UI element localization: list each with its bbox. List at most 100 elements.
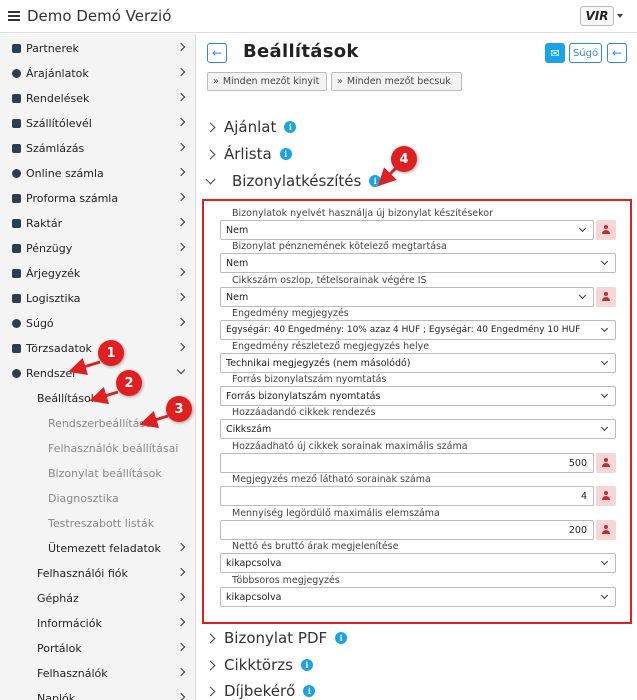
sidebar-item-testreszabott-listak[interactable]: Testreszabott listák <box>0 511 195 536</box>
user-override-button[interactable] <box>596 486 616 506</box>
sidebar-item-arjegyzek[interactable]: Árjegyzék <box>0 261 195 286</box>
select-field[interactable]: Nem <box>220 220 594 240</box>
select-field[interactable]: Nem <box>220 287 594 307</box>
section-title: Bizonylatkészítés <box>232 172 362 190</box>
chat-icon: ✉ <box>550 46 560 60</box>
field-value: 200 <box>568 524 587 536</box>
sidebar-item-rendszer[interactable]: Rendszer <box>0 361 195 386</box>
sidebar-item-label: Árjegyzék <box>26 267 81 280</box>
info-icon[interactable]: i <box>303 685 316 697</box>
user-icon <box>601 292 611 302</box>
sidebar-item-szamlazas[interactable]: Számlázás <box>0 136 195 161</box>
sidebar-item-online-szamla[interactable]: Online számla <box>0 161 195 186</box>
hamburger-menu-icon[interactable] <box>8 11 20 21</box>
chevron-right-icon <box>205 660 216 670</box>
setting-field: Megjegyzés mező látható sorainak száma 4 <box>220 474 616 506</box>
expand-all-button[interactable]: » Minden mezőt kinyit <box>207 72 327 91</box>
field-value: kikapcsolva <box>226 591 282 603</box>
sidebar-item-bizonylat-beallitasok[interactable]: Bizonylat beállítások <box>0 461 195 486</box>
sidebar-item-naplok[interactable]: Naplók <box>0 686 195 700</box>
chevron-down-icon <box>600 557 609 566</box>
sidebar-item-label: Információk <box>37 617 102 630</box>
sidebar-item-rendelesek[interactable]: Rendelések <box>0 86 195 111</box>
user-icon <box>601 458 611 468</box>
sidebar-item-szallitolevel[interactable]: Szállítólevél <box>0 111 195 136</box>
sidebar-item-felhasznalok[interactable]: Felhasználók <box>0 661 195 686</box>
field-value: 4 <box>580 490 587 502</box>
sidebar-item-portalok[interactable]: Portálok <box>0 636 195 661</box>
sidebar-item-raktar[interactable]: Raktár <box>0 211 195 236</box>
sidebar-item-proforma-szamla[interactable]: Proforma számla <box>0 186 195 211</box>
caret-down-icon <box>617 14 623 18</box>
user-override-button[interactable] <box>596 453 616 473</box>
select-field[interactable]: kikapcsolva <box>220 587 616 607</box>
info-icon[interactable]: i <box>369 175 382 187</box>
info-icon[interactable]: i <box>300 659 313 671</box>
app-title: Demo Demó Verzió <box>27 7 172 25</box>
sidebar-item-label: Rendszer <box>26 367 77 380</box>
chevron-right-icon <box>205 633 216 643</box>
select-field[interactable]: Egységár: 40 Engedmény: 10% azaz 4 HUF ;… <box>220 320 616 340</box>
number-input[interactable]: 500 <box>220 453 594 473</box>
logo: VIR <box>580 6 614 26</box>
sidebar-item-logisztika[interactable]: Logisztika <box>0 286 195 311</box>
select-field[interactable]: Technikai megjegyzés (nem másolódó) <box>220 353 616 373</box>
sidebar-item-diagnosztika[interactable]: Diagnosztika <box>0 486 195 511</box>
chat-button[interactable]: ✉ <box>545 43 565 63</box>
sidebar-item-gephaz[interactable]: Gépház <box>0 586 195 611</box>
select-field[interactable]: Forrás bizonylatszám nyomtatás <box>220 386 616 406</box>
select-field[interactable]: Cikkszám <box>220 419 616 439</box>
chevron-right-icon <box>176 67 186 77</box>
arrow-left-icon: ← <box>211 46 223 60</box>
settings-panel: Bizonylatok nyelvét használja új bizonyl… <box>202 199 632 624</box>
section-dijbekero[interactable]: Díjbekérő i <box>205 682 316 700</box>
info-icon[interactable]: i <box>284 121 297 133</box>
sidebar-item-informaciok[interactable]: Információk <box>0 611 195 636</box>
section-ajanlat[interactable]: Ajánlat i <box>205 118 297 136</box>
user-override-button[interactable] <box>596 220 616 240</box>
field-value: Forrás bizonylatszám nyomtatás <box>226 390 381 402</box>
invoice-icon <box>12 144 21 153</box>
section-bizonylatkeszites[interactable]: Bizonylatkészítés i <box>205 172 382 190</box>
return-button[interactable]: ← <box>607 43 627 63</box>
contact-icon <box>12 44 21 53</box>
help-button[interactable]: Súgó <box>569 43 602 63</box>
section-arlista[interactable]: Árlista i <box>205 145 292 163</box>
tag-icon <box>12 269 21 278</box>
sidebar-item-label: Törzsadatok <box>26 342 92 355</box>
user-override-button[interactable] <box>596 520 616 540</box>
info-icon[interactable]: i <box>335 632 348 644</box>
logo-menu[interactable]: VIR <box>580 6 623 26</box>
sidebar-item-label: Pénzügy <box>26 242 73 255</box>
chevron-right-icon <box>176 117 186 127</box>
section-cikktorzs[interactable]: Cikktörzs i <box>205 656 313 674</box>
top-bar: Demo Demó Verzió VIR <box>0 0 637 33</box>
sidebar-item-penzugy[interactable]: Pénzügy <box>0 236 195 261</box>
user-override-button[interactable] <box>596 287 616 307</box>
collapse-all-button[interactable]: » Minden mezőt becsuk <box>331 72 462 91</box>
number-input[interactable]: 4 <box>220 486 594 506</box>
chevron-right-icon <box>205 686 216 696</box>
sidebar-item-arajanlatok[interactable]: Árajánlatok <box>0 61 195 86</box>
sidebar-item-felhasznalok-beallitasai[interactable]: Felhasználók beállításai <box>0 436 195 461</box>
section-bizonylat-pdf[interactable]: Bizonylat PDF i <box>205 629 348 647</box>
select-field[interactable]: Nem <box>220 253 616 273</box>
sidebar-item-label: Rendelések <box>26 92 90 105</box>
number-input[interactable]: 200 <box>220 520 594 540</box>
user-icon <box>601 525 611 535</box>
field-label: Hozzáadandó cikkek rendezés <box>232 407 376 418</box>
sidebar-item-label: Bizonylat beállítások <box>48 467 162 480</box>
sidebar-item-felhasznaloi-fiok[interactable]: Felhasználói fiók <box>0 561 195 586</box>
back-button[interactable]: ← <box>207 43 227 63</box>
sidebar-item-label: Gépház <box>37 592 79 605</box>
callout-badge-1: 1 <box>98 340 124 366</box>
info-icon[interactable]: i <box>279 148 292 160</box>
sidebar-item-sugo[interactable]: Súgó <box>0 311 195 336</box>
sidebar-item-partnerek[interactable]: Partnerek <box>0 36 195 61</box>
page-title: Beállítások <box>243 41 359 62</box>
select-field[interactable]: kikapcsolva <box>220 553 616 573</box>
document-icon <box>12 94 21 103</box>
sidebar-item-utemezett-feladatok[interactable]: Ütemezett feladatok <box>0 536 195 561</box>
field-label: Bizonylatok nyelvét használja új bizonyl… <box>232 208 494 219</box>
field-label: Megjegyzés mező látható sorainak száma <box>232 474 431 485</box>
